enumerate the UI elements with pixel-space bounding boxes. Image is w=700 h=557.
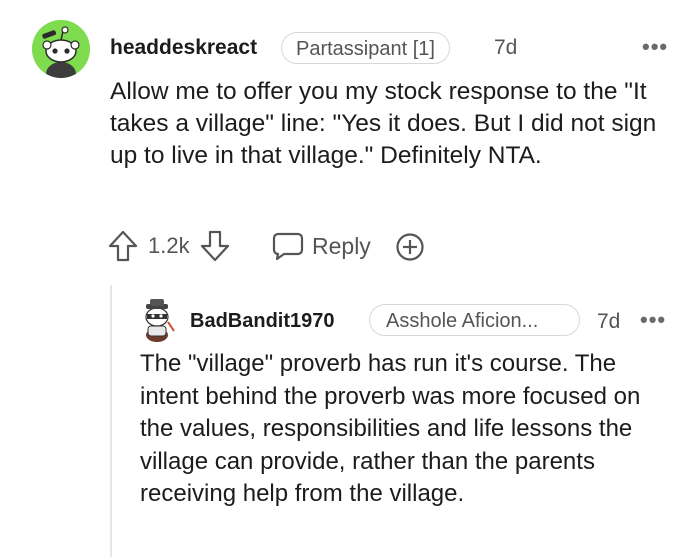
snoo-avatar-icon [32,20,90,78]
reply-button[interactable]: Reply [272,231,371,261]
reply-timestamp: 7d [597,310,621,333]
timestamp: 7d [494,36,518,59]
downvote-icon[interactable] [200,230,230,262]
comment-body: Allow me to offer you my stock response … [110,78,657,169]
reply-more-options-icon[interactable]: ••• [640,307,666,333]
reply-body: The "village" proverb has run it's cours… [140,350,641,507]
reply-username[interactable]: BadBandit1970 [190,310,335,333]
bandit-avatar-icon [145,299,175,342]
upvote-icon[interactable] [108,230,138,262]
username[interactable]: headdeskreact [110,36,257,60]
reply-avatar[interactable] [138,298,176,342]
avatar[interactable] [32,20,90,78]
reply-label: Reply [312,232,371,259]
more-options-icon[interactable]: ••• [642,34,668,60]
vote-count: 1.2k [148,233,190,258]
chat-bubble-icon [272,231,304,261]
award-icon[interactable] [395,232,425,262]
comment-actions: 1.2k [108,230,230,262]
reply-user-flair: Asshole Aficion... [369,304,580,336]
user-flair: Partassipant [1] [281,32,450,64]
thread-line[interactable] [110,285,112,557]
